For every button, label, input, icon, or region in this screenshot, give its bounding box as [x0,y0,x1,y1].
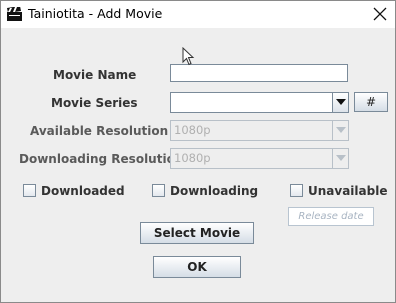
release-date-field[interactable]: Release date [288,207,374,226]
available-resolution-label: Available Resolution [30,124,169,138]
available-resolution-combobox[interactable]: 1080p [170,120,349,141]
unavailable-label: Unavailable [308,184,388,198]
movie-series-dropdown-button[interactable] [332,93,348,112]
movie-name-label: Movie Name [53,68,137,82]
ok-button[interactable]: OK [153,256,241,278]
movie-series-label: Movie Series [51,96,138,110]
downloading-resolution-dropdown-button[interactable] [332,149,348,168]
chevron-down-icon [336,155,346,161]
available-resolution-dropdown-button[interactable] [332,121,348,140]
movie-name-input[interactable] [170,64,348,82]
downloading-resolution-combobox[interactable]: 1080p [170,148,349,169]
checkbox-box[interactable] [23,184,36,197]
downloaded-label: Downloaded [41,184,125,198]
chevron-down-icon [336,99,346,105]
downloaded-checkbox[interactable]: Downloaded [23,184,125,198]
unavailable-checkbox[interactable]: Unavailable [290,184,387,198]
checkbox-box[interactable] [290,184,303,197]
title-bar: Tainiotita - Add Movie [1,1,395,28]
available-resolution-value: 1080p [174,123,211,137]
downloading-resolution-label: Downloading Resolution [19,152,184,166]
chevron-down-icon [336,127,346,133]
checkbox-box[interactable] [152,184,165,197]
series-number-button[interactable]: # [354,92,388,112]
downloading-resolution-value: 1080p [174,151,211,165]
mouse-cursor-icon [182,47,195,66]
window-title: Tainiotita - Add Movie [28,6,163,21]
close-icon[interactable] [373,7,387,21]
movie-series-combobox[interactable] [170,92,349,113]
downloading-checkbox[interactable]: Downloading [152,184,258,198]
select-movie-button[interactable]: Select Movie [140,222,254,244]
downloading-label: Downloading [170,184,259,198]
film-clapper-icon [7,7,22,21]
